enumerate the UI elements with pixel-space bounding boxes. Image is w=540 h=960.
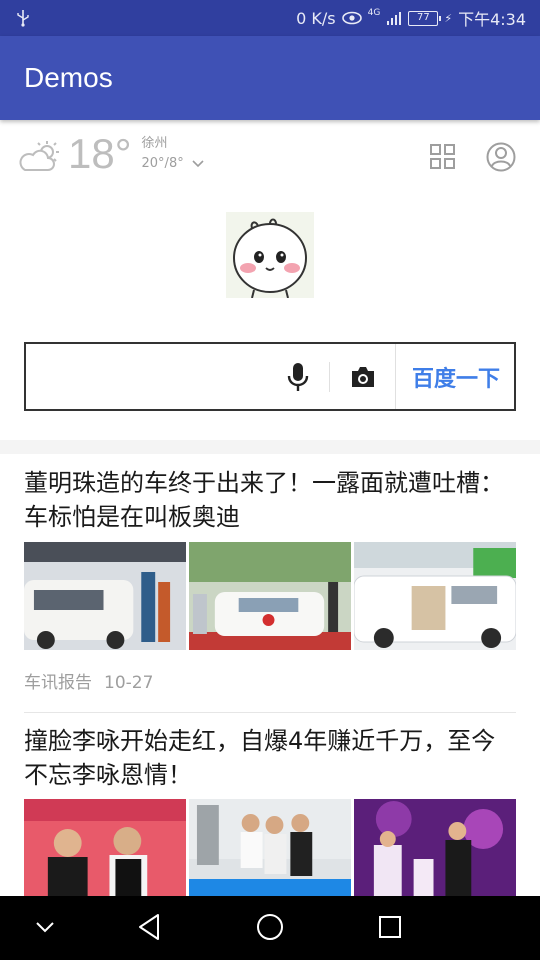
chevron-down-icon[interactable] bbox=[192, 160, 204, 168]
network-type: 4G bbox=[367, 8, 381, 18]
search-box[interactable]: 百度一下 bbox=[24, 342, 516, 411]
app-bar: Demos bbox=[0, 36, 540, 120]
news-meta: 车讯报告 10-27 bbox=[24, 668, 153, 693]
charging-icon: ⚡ bbox=[444, 11, 453, 25]
section-divider bbox=[0, 440, 540, 454]
news-thumbnail[interactable] bbox=[189, 799, 351, 896]
weather-widget[interactable]: 18° 徐州 20°/8° bbox=[18, 130, 204, 180]
microphone-icon[interactable] bbox=[286, 362, 310, 392]
network-speed: 0 K/s bbox=[296, 8, 336, 28]
city-label: 徐州 bbox=[141, 136, 168, 151]
news-date: 10-27 bbox=[104, 673, 154, 693]
camera-icon[interactable] bbox=[350, 366, 376, 388]
status-bar: 0 K/s 4G 77 ⚡ 下午4:34 bbox=[0, 0, 540, 36]
temperature-range: 20°/8° bbox=[141, 156, 184, 171]
clock: 下午4:34 bbox=[458, 10, 526, 29]
back-icon[interactable] bbox=[134, 912, 164, 942]
signal-icon bbox=[387, 12, 402, 25]
news-thumbnails[interactable] bbox=[24, 542, 516, 650]
home-icon[interactable] bbox=[255, 912, 285, 942]
news-source: 车讯报告 bbox=[24, 673, 92, 693]
search-button[interactable]: 百度一下 bbox=[395, 344, 516, 409]
grid-icon[interactable] bbox=[430, 144, 455, 169]
navigation-bar bbox=[0, 896, 540, 960]
divider bbox=[24, 712, 516, 713]
search-input[interactable] bbox=[36, 354, 266, 399]
eye-icon bbox=[341, 11, 362, 25]
user-icon[interactable] bbox=[486, 142, 516, 172]
divider bbox=[329, 362, 330, 392]
usb-icon bbox=[17, 10, 29, 27]
news-thumbnail[interactable] bbox=[354, 799, 516, 896]
news-title[interactable]: 撞脸李咏开始走红，自爆4年赚近千万，至今不忘李咏恩情！ bbox=[24, 724, 516, 792]
app-title: Demos bbox=[24, 62, 113, 93]
news-thumbnail[interactable] bbox=[189, 542, 351, 650]
news-thumbnail[interactable] bbox=[24, 799, 186, 896]
logo-image bbox=[226, 212, 314, 298]
recent-apps-icon[interactable] bbox=[375, 912, 405, 942]
news-thumbnail[interactable] bbox=[354, 542, 516, 650]
temperature: 18° bbox=[68, 130, 132, 177]
news-thumbnails[interactable] bbox=[24, 799, 516, 896]
chevron-down-icon[interactable] bbox=[30, 912, 60, 942]
partly-sunny-icon bbox=[19, 141, 59, 171]
news-thumbnail[interactable] bbox=[24, 542, 186, 650]
battery-icon: 77 bbox=[408, 10, 442, 26]
news-title[interactable]: 董明珠造的车终于出来了！一露面就遭吐槽：车标怕是在叫板奥迪 bbox=[24, 466, 516, 534]
